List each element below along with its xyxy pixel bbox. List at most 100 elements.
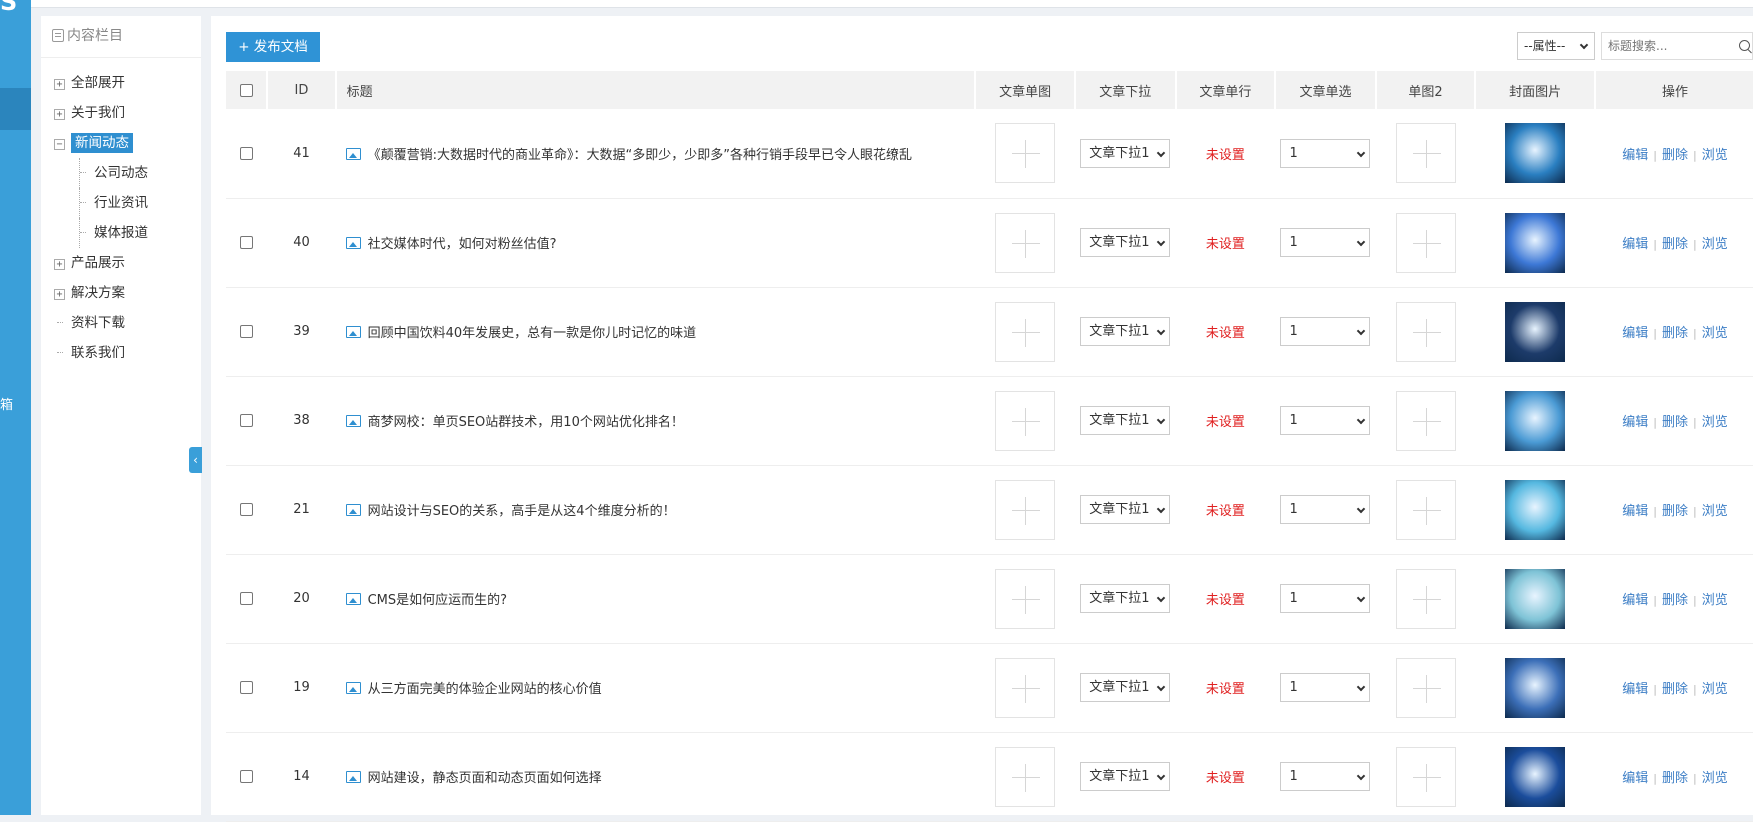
tree-item[interactable]: − 新闻动态 xyxy=(41,128,201,158)
article-dropdown-select[interactable]: 文章下拉1 xyxy=(1080,228,1171,257)
article-dropdown-select[interactable]: 文章下拉1 xyxy=(1080,584,1171,613)
row-title[interactable]: 网站设计与SEO的关系，高手是从这4个维度分析的！ xyxy=(368,504,676,519)
row-checkbox[interactable] xyxy=(240,681,254,694)
delete-link[interactable]: 删除 xyxy=(1662,504,1688,519)
expand-icon[interactable]: + xyxy=(54,79,65,90)
edit-link[interactable]: 编辑 xyxy=(1622,326,1648,341)
delete-link[interactable]: 删除 xyxy=(1662,415,1688,430)
row-title[interactable]: 《颠覆营销:大数据时代的商业革命》：大数据“多即少，少即多”各种行销手段早已令人… xyxy=(368,148,912,163)
upload-image2-placeholder[interactable] xyxy=(1395,568,1456,629)
cover-thumbnail[interactable] xyxy=(1505,212,1566,273)
row-checkbox[interactable] xyxy=(240,236,254,249)
cover-thumbnail[interactable] xyxy=(1505,301,1566,362)
tree-item-label[interactable]: 全部展开 xyxy=(71,75,125,91)
edit-link[interactable]: 编辑 xyxy=(1622,504,1648,519)
view-link[interactable]: 浏览 xyxy=(1702,237,1728,252)
upload-image-placeholder[interactable] xyxy=(995,746,1056,807)
edit-link[interactable]: 编辑 xyxy=(1622,682,1648,697)
upload-image-placeholder[interactable] xyxy=(995,390,1056,451)
upload-image2-placeholder[interactable] xyxy=(1395,746,1456,807)
cover-thumbnail[interactable] xyxy=(1505,746,1566,807)
article-radio-select[interactable]: 1 xyxy=(1280,138,1371,168)
collapse-panel-button[interactable]: ‹ xyxy=(189,447,202,473)
tree-item[interactable]: 媒体报道 xyxy=(41,218,201,248)
row-title[interactable]: 回顾中国饮料40年发展史，总有一款是你儿时记忆的味道 xyxy=(368,326,697,341)
tree-item-label[interactable]: 新闻动态 xyxy=(71,133,133,153)
view-link[interactable]: 浏览 xyxy=(1702,682,1728,697)
publish-document-button[interactable]: + 发布文档 xyxy=(226,32,320,62)
tree-item[interactable]: + 产品展示 xyxy=(41,248,201,278)
expand-icon[interactable]: + xyxy=(54,289,65,300)
upload-image2-placeholder[interactable] xyxy=(1395,212,1456,273)
row-title[interactable]: 从三方面完美的体验企业网站的核心价值 xyxy=(368,682,602,697)
tree-item-label[interactable]: 联系我们 xyxy=(71,345,125,361)
row-single-line[interactable]: 未设置 xyxy=(1175,376,1276,466)
view-link[interactable]: 浏览 xyxy=(1702,504,1728,519)
collapse-icon[interactable]: − xyxy=(54,139,65,150)
article-radio-select[interactable]: 1 xyxy=(1280,584,1371,613)
row-single-line[interactable]: 未设置 xyxy=(1175,198,1276,288)
upload-image-placeholder[interactable] xyxy=(995,568,1056,629)
view-link[interactable]: 浏览 xyxy=(1702,148,1728,163)
tree-item-label[interactable]: 产品展示 xyxy=(71,255,125,271)
row-checkbox[interactable] xyxy=(240,592,254,605)
delete-link[interactable]: 删除 xyxy=(1662,593,1688,608)
edit-link[interactable]: 编辑 xyxy=(1622,148,1648,163)
delete-link[interactable]: 删除 xyxy=(1662,148,1688,163)
row-single-line[interactable]: 未设置 xyxy=(1175,287,1276,377)
cover-thumbnail[interactable] xyxy=(1505,390,1566,451)
delete-link[interactable]: 删除 xyxy=(1662,771,1688,786)
cover-thumbnail[interactable] xyxy=(1505,123,1566,184)
row-single-line[interactable]: 未设置 xyxy=(1175,732,1276,822)
article-dropdown-select[interactable]: 文章下拉1 xyxy=(1080,673,1171,702)
row-title[interactable]: CMS是如何应运而生的? xyxy=(368,593,507,608)
upload-image2-placeholder[interactable] xyxy=(1395,390,1456,451)
tree-item[interactable]: 公司动态 xyxy=(41,158,201,188)
row-checkbox[interactable] xyxy=(240,414,254,427)
edit-link[interactable]: 编辑 xyxy=(1622,415,1648,430)
article-radio-select[interactable]: 1 xyxy=(1280,495,1371,524)
row-title[interactable]: 网站建设，静态页面和动态页面如何选择 xyxy=(368,771,602,786)
article-dropdown-select[interactable]: 文章下拉1 xyxy=(1080,317,1171,346)
tree-item[interactable]: + 关于我们 xyxy=(41,98,201,128)
view-link[interactable]: 浏览 xyxy=(1702,326,1728,341)
article-radio-select[interactable]: 1 xyxy=(1280,762,1371,791)
upload-image-placeholder[interactable] xyxy=(995,657,1056,718)
view-link[interactable]: 浏览 xyxy=(1702,593,1728,608)
tree-item[interactable]: 联系我们 xyxy=(41,338,201,368)
row-title[interactable]: 社交媒体时代，如何对粉丝估值? xyxy=(368,237,557,252)
article-dropdown-select[interactable]: 文章下拉1 xyxy=(1080,406,1171,435)
upload-image-placeholder[interactable] xyxy=(995,301,1056,362)
tree-item-label[interactable]: 行业资讯 xyxy=(94,195,148,211)
search-icon[interactable] xyxy=(1739,40,1750,51)
delete-link[interactable]: 删除 xyxy=(1662,682,1688,697)
tree-item-label[interactable]: 资料下载 xyxy=(71,315,125,331)
tree-item-label[interactable]: 公司动态 xyxy=(94,165,148,181)
article-dropdown-select[interactable]: 文章下拉1 xyxy=(1080,495,1171,524)
attribute-select[interactable]: --属性-- xyxy=(1517,32,1595,60)
tree-item-label[interactable]: 媒体报道 xyxy=(94,225,148,241)
row-single-line[interactable]: 未设置 xyxy=(1175,554,1276,644)
tree-item[interactable]: + 全部展开 xyxy=(41,68,201,98)
cover-thumbnail[interactable] xyxy=(1505,657,1566,718)
upload-image2-placeholder[interactable] xyxy=(1395,123,1456,184)
article-radio-select[interactable]: 1 xyxy=(1280,317,1371,346)
article-dropdown-select[interactable]: 文章下拉1 xyxy=(1080,762,1171,791)
select-all-checkbox[interactable] xyxy=(239,83,253,97)
cover-thumbnail[interactable] xyxy=(1505,479,1566,540)
search-input[interactable] xyxy=(1602,33,1722,59)
tree-item-label[interactable]: 关于我们 xyxy=(71,105,125,121)
row-checkbox[interactable] xyxy=(240,146,254,160)
upload-image-placeholder[interactable] xyxy=(995,479,1056,540)
upload-image2-placeholder[interactable] xyxy=(1395,657,1456,718)
upload-image2-placeholder[interactable] xyxy=(1395,479,1456,540)
row-checkbox[interactable] xyxy=(240,503,254,516)
tree-item[interactable]: 行业资讯 xyxy=(41,188,201,218)
delete-link[interactable]: 删除 xyxy=(1662,237,1688,252)
row-single-line[interactable]: 未设置 xyxy=(1175,643,1276,733)
view-link[interactable]: 浏览 xyxy=(1702,771,1728,786)
expand-icon[interactable]: + xyxy=(54,259,65,270)
view-link[interactable]: 浏览 xyxy=(1702,415,1728,430)
article-radio-select[interactable]: 1 xyxy=(1280,228,1371,257)
row-title[interactable]: 商梦网校：单页SEO站群技术，用10个网站优化排名！ xyxy=(368,415,684,430)
